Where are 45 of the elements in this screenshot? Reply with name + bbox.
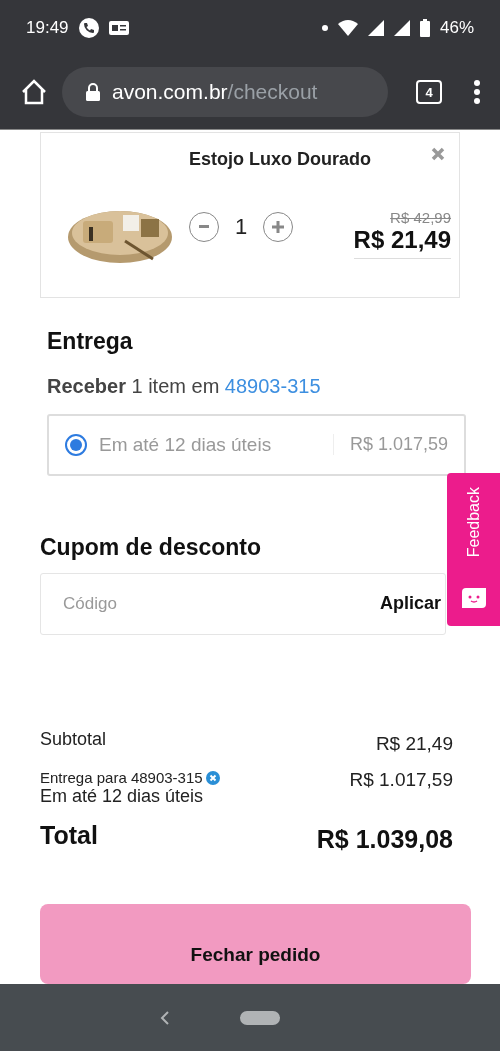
dot-icon bbox=[321, 24, 328, 31]
signal-icon bbox=[393, 19, 410, 36]
back-icon[interactable] bbox=[160, 1009, 170, 1026]
subtotal-value: R$ 21,49 bbox=[375, 733, 453, 755]
shipping-time: Em até 12 dias úteis bbox=[40, 786, 205, 807]
quantity-value: 1 bbox=[235, 214, 248, 240]
shipping-time: Em até 12 dias úteis bbox=[99, 433, 273, 456]
checkout-button[interactable]: Fechar pedido bbox=[40, 904, 471, 984]
coupon-field[interactable]: Código Aplicar bbox=[40, 572, 446, 635]
menu-icon[interactable] bbox=[474, 80, 480, 104]
total-value: R$ 1.039,08 bbox=[316, 825, 453, 854]
wifi-icon bbox=[337, 19, 358, 36]
radio-button[interactable] bbox=[65, 433, 87, 456]
tab-count-button[interactable]: 4 bbox=[416, 80, 442, 104]
delivery-heading: Entrega bbox=[47, 328, 134, 356]
card-icon bbox=[108, 20, 129, 35]
battery-level: 46% bbox=[439, 17, 474, 38]
phone-icon bbox=[78, 17, 99, 38]
url-text: avon.com.br/checkout bbox=[112, 80, 318, 104]
shipping-price: R$ 1.017,59 bbox=[332, 434, 448, 456]
shipping-label: Entrega para 48903-315 bbox=[40, 769, 203, 786]
address-bar[interactable]: avon.com.br/checkout bbox=[62, 67, 388, 117]
decrease-button[interactable] bbox=[189, 212, 219, 242]
close-icon[interactable] bbox=[431, 147, 445, 161]
clock-time: 19:49 bbox=[26, 17, 69, 38]
home-pill[interactable] bbox=[240, 1010, 280, 1025]
increase-button[interactable] bbox=[263, 212, 294, 242]
subtotal-label: Subtotal bbox=[40, 729, 107, 750]
remove-icon[interactable] bbox=[205, 770, 220, 785]
lock-icon bbox=[86, 83, 100, 101]
plus-icon bbox=[272, 221, 285, 233]
minus-icon bbox=[199, 225, 209, 229]
total-label: Total bbox=[40, 821, 98, 850]
smiley-icon bbox=[461, 588, 486, 608]
feedback-label: Feedback bbox=[464, 487, 483, 558]
product-name: Estojo Luxo Dourado bbox=[189, 149, 371, 170]
battery-icon bbox=[419, 18, 430, 37]
signal-icon bbox=[367, 19, 384, 36]
delivery-summary: Receber 1 item em 48903-315 bbox=[47, 375, 322, 399]
product-price: R$ 21,49 bbox=[353, 226, 451, 259]
old-price: R$ 42,99 bbox=[390, 209, 451, 226]
feedback-tab[interactable]: Feedback bbox=[447, 473, 500, 626]
home-icon[interactable] bbox=[20, 79, 48, 105]
shipping-value: R$ 1.017,59 bbox=[349, 769, 453, 791]
apply-button[interactable]: Aplicar bbox=[379, 593, 441, 615]
